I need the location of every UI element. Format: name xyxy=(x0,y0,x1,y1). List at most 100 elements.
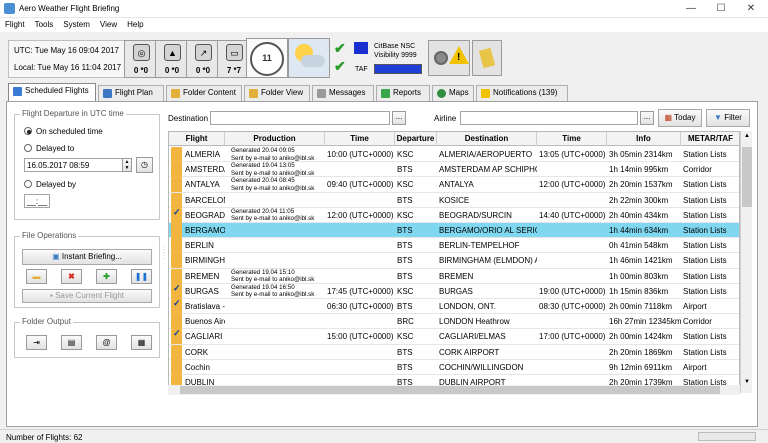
today-button[interactable]: ▦ Today xyxy=(658,109,702,127)
table-row[interactable]: BIRMINGHAM BTS BIRMINGHAM (ELMDON) AIR 1h 4… xyxy=(169,253,739,269)
cell-flight: Buenos Aires xyxy=(185,317,225,327)
tab-reports[interactable]: Reports xyxy=(376,85,430,101)
tab-scheduled-flights[interactable]: Scheduled Flights xyxy=(8,83,96,101)
menu-tools[interactable]: Tools xyxy=(30,18,59,31)
cell-arrival-time xyxy=(539,162,607,177)
menu-help[interactable]: Help xyxy=(122,18,148,31)
table-row[interactable]: Bratislava - L 06:30 (UTC+0000)BTS LONDON,… xyxy=(169,299,739,315)
production-generated: Generated 20.04 11:05 xyxy=(231,207,295,215)
table-row[interactable]: BARCELONA BTS KOSICE 2h 22min 300km Station … xyxy=(169,192,739,208)
cell-metar-taf: Station Lists xyxy=(683,256,727,266)
cell-arrival-time: 13:05 (UTC+0000) xyxy=(539,150,606,159)
col-time[interactable]: Time xyxy=(325,132,395,146)
tab-notifications[interactable]: Notifications (139) xyxy=(476,85,568,101)
add-button[interactable]: ✚ xyxy=(96,269,117,284)
minimize-button[interactable]: — xyxy=(676,0,706,18)
scroll-up-arrow[interactable]: ▲ xyxy=(742,133,752,145)
destination-input[interactable] xyxy=(210,111,390,125)
scroll-down-arrow[interactable]: ▼ xyxy=(742,379,752,391)
mountain-button[interactable]: ▲ 0 *0 xyxy=(155,40,189,78)
on-scheduled-radio[interactable] xyxy=(24,127,32,135)
tab-maps[interactable]: Maps xyxy=(432,85,474,101)
splitter-handle[interactable]: · · · · · xyxy=(163,244,166,266)
horizontal-scrollbar[interactable] xyxy=(168,385,740,395)
print-button[interactable]: ▤ xyxy=(61,335,82,350)
cell-metar-taf: Station Lists xyxy=(683,195,727,205)
table-row[interactable]: AMSTERDAM Generated 19.04 13:05Sent by e-… xyxy=(169,162,739,178)
flag-icon xyxy=(354,42,368,54)
clock-button[interactable]: ◷ xyxy=(136,157,153,173)
check-icon: ✔ xyxy=(334,58,346,74)
col-flight[interactable]: Flight xyxy=(169,132,225,146)
date-spinner[interactable]: ▲ ▼ xyxy=(122,158,132,172)
maximize-button[interactable]: ☐ xyxy=(706,0,736,18)
tab-messages[interactable]: Messages xyxy=(312,85,374,101)
export-button[interactable]: ⇥ xyxy=(26,335,47,350)
table-row[interactable]: Cochin BTS COCHIN/WILLINGDON 9h 12min 6911k… xyxy=(169,359,739,375)
close-button[interactable]: ✕ xyxy=(736,0,766,18)
warning-button[interactable]: ! xyxy=(428,40,470,76)
tab-folder-content[interactable]: Folder Content xyxy=(166,85,242,101)
col-departure[interactable]: Departure xyxy=(395,132,437,146)
checked-folder-icon xyxy=(171,329,182,345)
col-production[interactable]: Production xyxy=(225,132,325,146)
filter-button[interactable]: ▼ Filter xyxy=(706,109,750,127)
hscroll-thumb[interactable] xyxy=(180,386,720,394)
cell-flight: BREMEN xyxy=(185,271,220,281)
delayed-date-input[interactable]: 16.05.2017 08:59 xyxy=(24,158,132,172)
table-row[interactable]: BERGAMO BTS BERGAMO/ORIO AL SERIO 1h 44min … xyxy=(169,223,739,239)
col-metar-taf[interactable]: METAR/TAF xyxy=(681,132,739,146)
airline-input[interactable] xyxy=(460,111,638,125)
tab-folder-view[interactable]: Folder View xyxy=(244,85,310,101)
table-row[interactable]: Buenos Aires BRC LONDON Heathrow 16h 27min … xyxy=(169,314,739,330)
table-row[interactable]: BERLIN BTS BERLIN-TEMPELHOF 0h 41min 548km S… xyxy=(169,238,739,254)
gear-icon xyxy=(434,51,448,65)
open-folder-button[interactable]: ▬ xyxy=(26,269,47,284)
cell-flight: BEOGRAD xyxy=(185,210,225,220)
fax-button[interactable]: ▦ xyxy=(131,335,152,350)
cell-destination: ANTALYA xyxy=(439,180,474,190)
delayed-to-radio[interactable] xyxy=(24,144,32,152)
table-row[interactable]: BREMEN Generated 19.04 15:10 Sent by e-mai… xyxy=(169,268,739,284)
table-row[interactable]: BEOGRAD Generated 20.04 11:05Sent by e-ma… xyxy=(169,207,739,223)
notes-button[interactable] xyxy=(472,40,502,76)
cell-departure: BTS xyxy=(397,302,413,311)
table-row[interactable]: ANTALYA Generated 20.04 08:45 Sent by e-ma… xyxy=(169,177,739,193)
cell-arrival-time: 17:00 (UTC+0000) xyxy=(539,332,606,342)
col-destination[interactable]: Destination xyxy=(437,132,537,146)
tab-flight-plan[interactable]: Flight Plan xyxy=(98,85,164,101)
destination-browse-button[interactable]: ... xyxy=(392,111,406,125)
delayed-by-input[interactable]: __:__ xyxy=(24,194,50,208)
email-button[interactable]: @ xyxy=(96,335,117,350)
table-row[interactable]: CAGLIARI 15:00 (UTC+0000)KSC CAGLIARI/ELMA… xyxy=(169,329,739,345)
cell-destination: BIRMINGHAM (ELMDON) AIR xyxy=(439,256,537,266)
menu-view[interactable]: View xyxy=(95,18,122,31)
col-info[interactable]: Info xyxy=(607,132,681,146)
satellite-icon: ◎ xyxy=(133,44,150,61)
save-icon: ▪ xyxy=(50,291,53,300)
cell-arrival-time xyxy=(539,345,607,360)
clock-gauge[interactable]: 11 xyxy=(246,38,288,78)
cell-metar-taf: Station Lists xyxy=(683,226,727,235)
menu-system[interactable]: System xyxy=(58,18,95,31)
delete-button[interactable]: ✖ xyxy=(61,269,82,284)
utc-time: UTC: Tue May 16 09:04 2017 xyxy=(14,46,119,55)
checked-folder-icon xyxy=(171,207,182,223)
menu-flight[interactable]: Flight xyxy=(0,18,30,31)
delayed-to-label: Delayed to xyxy=(36,144,75,153)
col-arrival-time[interactable]: Time xyxy=(537,132,607,146)
pause-button[interactable]: ❚❚ xyxy=(131,269,152,284)
delayed-by-radio[interactable] xyxy=(24,180,32,188)
save-current-flight-button[interactable]: ▪ Save Current Flight xyxy=(22,289,152,303)
production-sent: Sent by e-mail to aniko@ibl.sk xyxy=(231,291,315,299)
satellite-button[interactable]: ◎ 0 *0 xyxy=(124,40,158,78)
airline-browse-button[interactable]: ... xyxy=(640,111,654,125)
instant-briefing-button[interactable]: ▣ Instant Briefing... xyxy=(22,249,152,265)
vertical-scrollbar[interactable]: ▲ ▼ xyxy=(740,131,752,393)
table-row[interactable]: CORK BTS CORK AIRPORT 2h 20min 1869km Statio… xyxy=(169,344,739,360)
table-row[interactable]: ALMERIA Generated 20.04 09:05 Sent by e-ma… xyxy=(169,147,739,163)
weather-button[interactable] xyxy=(288,38,330,78)
route-button[interactable]: ↗ 0 *0 xyxy=(186,40,220,78)
table-row[interactable]: BURGAS Generated 19.04 16:50Sent by e-mai… xyxy=(169,283,739,299)
scroll-thumb[interactable] xyxy=(742,147,752,207)
